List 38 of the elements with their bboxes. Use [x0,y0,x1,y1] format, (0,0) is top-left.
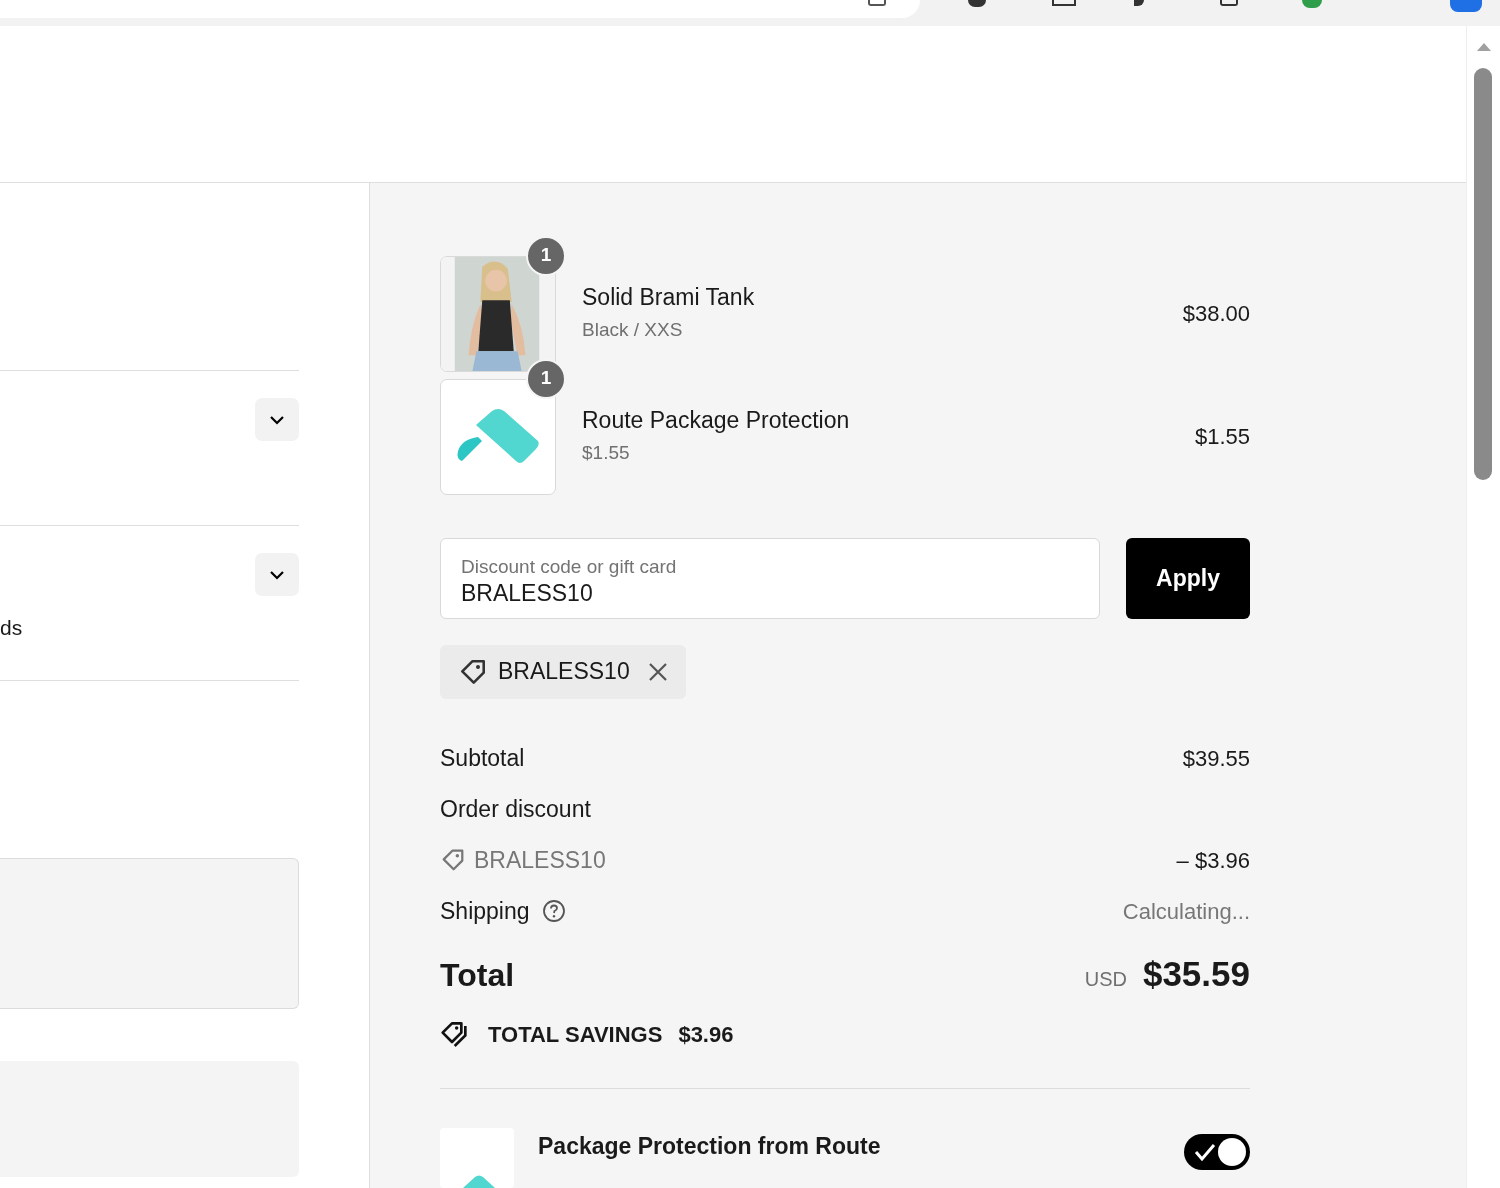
discount-field[interactable]: Discount code or gift card BRALESS10 [440,538,1100,619]
remove-button[interactable] [647,661,668,682]
summary-value: $39.55 [1182,744,1250,773]
quantity-badge: 1 [526,235,566,276]
protection-title: Package Protection from Route [538,1132,882,1161]
summary-label: Order discount [440,794,591,824]
summary-label: Shipping [440,896,530,926]
total-label: Total [440,955,515,995]
close-icon [647,661,668,682]
discount-code-input[interactable]: BRALESS10 [461,579,1079,608]
scrollbar-thumb[interactable] [1474,68,1492,480]
chevron-down-icon [269,569,285,580]
summary-value: – $3.96 [1176,846,1250,875]
check-icon [1194,1142,1216,1162]
section-text: ds [0,615,23,641]
total-amount: $35.59 [1142,953,1250,996]
product-price: $1.55 [1194,423,1250,452]
currency-code: USD [1084,967,1127,993]
savings-label: TOTAL SAVINGS [488,1020,663,1049]
field-label: Discount code or gift card [461,555,678,580]
bookmark-icon[interactable] [868,0,886,6]
product-name: Solid Brami Tank [582,283,756,313]
scroll-up-icon[interactable] [1476,42,1492,52]
savings-amount: $3.96 [678,1020,734,1049]
profile-icon[interactable] [1450,0,1482,12]
product-price: $38.00 [1182,300,1250,328]
protection-toggle[interactable] [1184,1134,1250,1170]
apply-button[interactable]: Apply [1126,538,1250,619]
product-name: Route Package Protection [582,406,851,436]
help-icon[interactable] [541,899,566,924]
extension-icon[interactable] [1302,0,1322,8]
summary-value: Calculating... [1122,897,1250,926]
product-variant: $1.55 [582,441,631,466]
discount-code: BRALESS10 [474,845,606,875]
discount-code: BRALESS10 [498,657,630,687]
chevron-down-icon [269,414,285,425]
summary-label: Subtotal [440,743,525,773]
product-variant: Black / XXS [582,318,684,343]
